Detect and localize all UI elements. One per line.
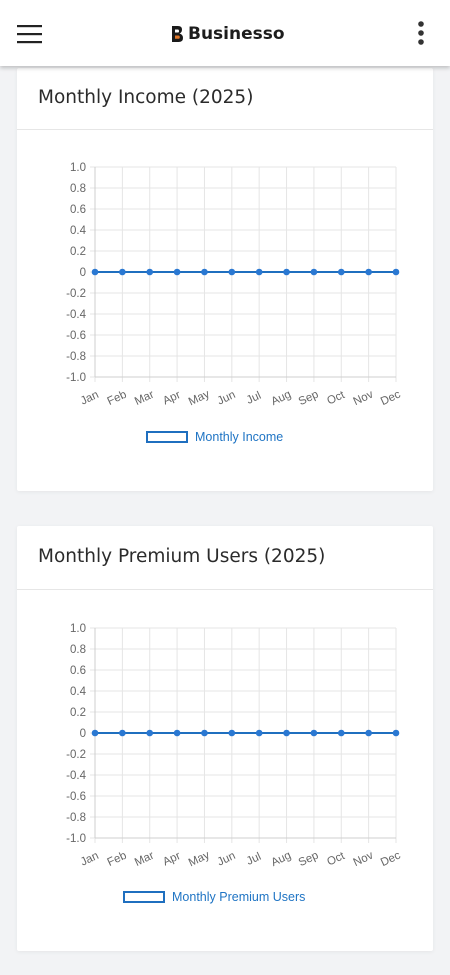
y-tick-label: 0.4 xyxy=(70,225,87,237)
data-point xyxy=(310,729,318,737)
x-tick-label: Mar xyxy=(133,850,156,869)
x-tick-label: Dec xyxy=(379,849,403,869)
x-tick-label: Jan xyxy=(79,850,101,869)
data-point xyxy=(119,729,126,737)
y-tick-label: 0 xyxy=(80,728,86,740)
x-tick-label: Feb xyxy=(106,850,129,869)
y-tick-label: 0.4 xyxy=(70,686,87,698)
data-point xyxy=(91,729,99,737)
y-tick-label: -0.2 xyxy=(66,749,86,761)
data-point xyxy=(310,268,318,276)
x-tick-label: Nov xyxy=(352,388,376,408)
data-point xyxy=(283,268,290,276)
x-tick-label: Mar xyxy=(133,389,156,408)
data-point xyxy=(91,268,99,276)
x-tick-label: Jun xyxy=(216,389,238,408)
data-point xyxy=(228,729,236,737)
y-tick-label: -0.2 xyxy=(66,288,86,300)
monthly-income-chart: 1.0 0.8 0.6 0.4 0.2 0 -0.2 -0.4 -0.6 -0.8 -1.0 Jan F… xyxy=(66,162,403,409)
x-tick-label: Aug xyxy=(269,850,293,870)
data-point xyxy=(337,729,345,737)
vertical-dots-icon[interactable] xyxy=(406,14,436,52)
hamburger-menu-icon[interactable] xyxy=(12,16,48,52)
y-tick-label: 0.6 xyxy=(70,665,86,677)
y-tick-label: -0.6 xyxy=(66,791,86,803)
x-tick-label: Jul xyxy=(245,390,263,407)
data-point xyxy=(337,268,345,276)
x-tick-label: Aug xyxy=(269,389,293,409)
y-tick-label: 0.2 xyxy=(70,246,86,258)
x-tick-label: May xyxy=(187,849,212,869)
x-tick-label: Nov xyxy=(352,849,376,869)
data-point xyxy=(228,268,236,276)
y-tick-label: 0.8 xyxy=(70,183,86,195)
y-tick-label: -1.0 xyxy=(66,372,86,384)
brand[interactable]: Businesso xyxy=(170,20,285,48)
data-point xyxy=(283,729,290,737)
brand-name: Businesso xyxy=(188,24,285,44)
x-tick-label: Jan xyxy=(79,389,101,408)
y-tick-label: -0.4 xyxy=(66,770,86,782)
monthly-income-card: Monthly Income (2025) 1.0 0.8 0.6 0.4 0.2 0 -0… xyxy=(17,68,433,491)
chart-legend-item[interactable]: Monthly Income xyxy=(146,430,283,444)
x-tick-label: May xyxy=(187,388,212,408)
y-tick-label: 0.8 xyxy=(70,644,86,656)
data-point xyxy=(201,729,208,737)
x-tick-label: Dec xyxy=(379,388,403,408)
data-point xyxy=(365,729,372,737)
y-tick-label: -0.4 xyxy=(66,309,86,321)
data-point xyxy=(173,268,181,276)
y-tick-label: 1.0 xyxy=(70,623,86,635)
data-point xyxy=(255,268,263,276)
data-point xyxy=(365,268,372,276)
x-tick-label: Oct xyxy=(325,850,347,869)
y-tick-label: -0.6 xyxy=(66,330,86,342)
data-point xyxy=(146,268,154,276)
data-point xyxy=(392,268,400,276)
data-point xyxy=(392,729,400,737)
x-tick-label: Oct xyxy=(325,389,347,408)
businesso-logo-icon xyxy=(172,26,183,42)
legend-label: Monthly Premium Users xyxy=(172,890,306,904)
x-tick-label: Sep xyxy=(297,389,321,409)
chart-legend-item[interactable]: Monthly Premium Users xyxy=(123,890,305,904)
y-tick-label: -1.0 xyxy=(66,833,86,845)
data-point xyxy=(146,729,154,737)
legend-swatch xyxy=(146,431,188,443)
data-point xyxy=(255,729,263,737)
y-tick-label: 0 xyxy=(80,267,86,279)
legend-label: Monthly Income xyxy=(195,430,284,444)
x-tick-label: Apr xyxy=(161,389,182,408)
x-tick-label: Jun xyxy=(216,850,238,869)
legend-swatch xyxy=(123,891,165,903)
data-point xyxy=(173,729,181,737)
y-tick-label: -0.8 xyxy=(66,812,86,824)
y-tick-label: 1.0 xyxy=(70,162,86,174)
top-app-bar: Businesso xyxy=(0,0,450,66)
x-tick-label: Feb xyxy=(106,389,129,408)
monthly-premium-users-chart: 1.0 0.8 0.6 0.4 0.2 0 -0.2 -0.4 -0.6 -0.8 -1.0 Jan F… xyxy=(66,623,403,870)
data-point xyxy=(119,268,126,276)
x-tick-label: Jul xyxy=(245,851,263,868)
y-tick-label: 0.6 xyxy=(70,204,86,216)
x-tick-label: Apr xyxy=(161,850,182,869)
data-point xyxy=(201,268,208,276)
y-tick-label: -0.8 xyxy=(66,351,86,363)
monthly-premium-users-card: Monthly Premium Users (2025) 1.0 0.8 0.6 0.… xyxy=(17,526,433,951)
y-tick-label: 0.2 xyxy=(70,707,86,719)
x-tick-label: Sep xyxy=(297,850,321,870)
